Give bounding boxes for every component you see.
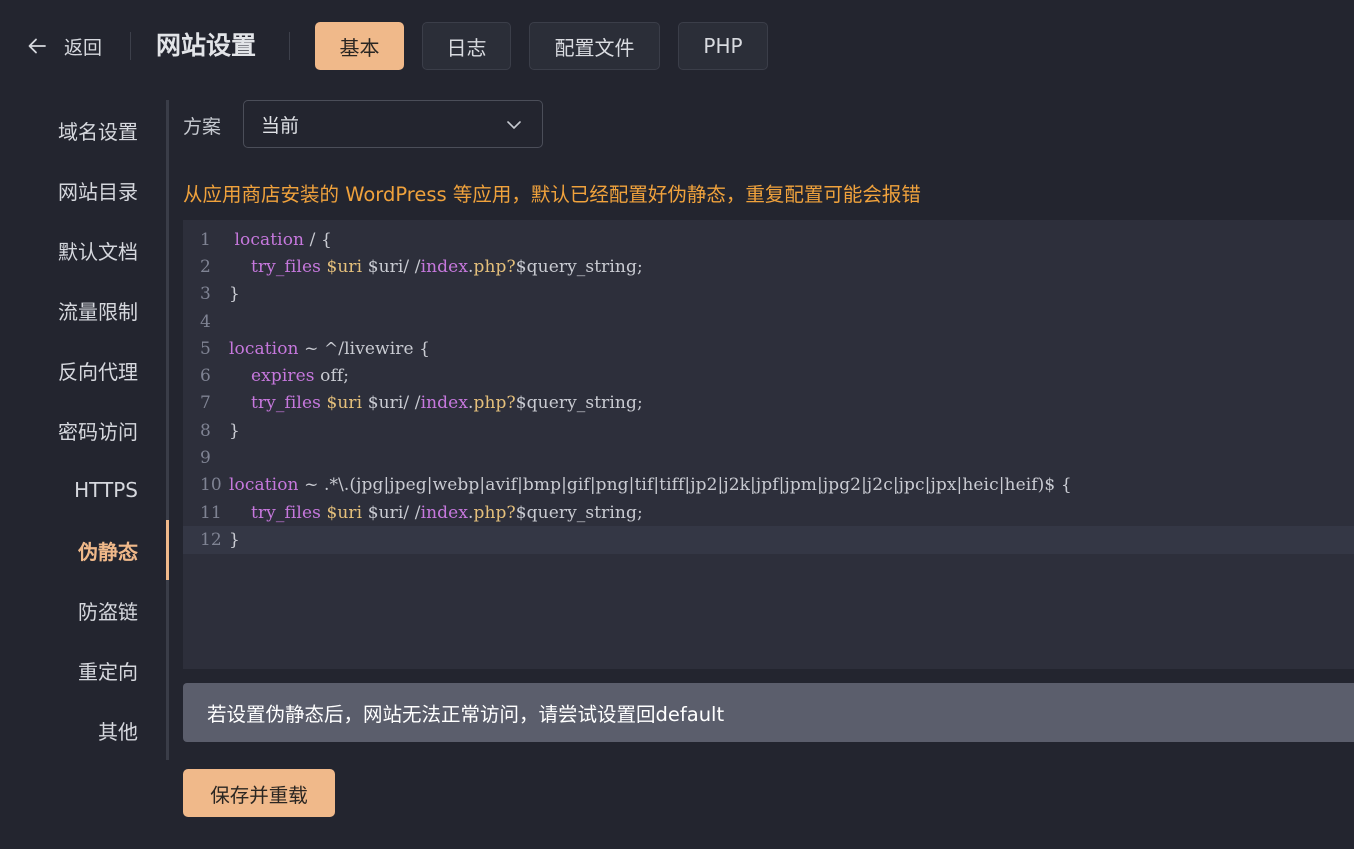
- sidebar-item-rewrite[interactable]: 伪静态: [78, 520, 138, 580]
- tab-php[interactable]: PHP: [678, 22, 768, 70]
- code-text: location ~ ^/livewire {: [229, 338, 431, 359]
- code-line: 9: [183, 444, 1354, 471]
- code-text: try_files $uri $uri/ /index.php?$query_s…: [251, 502, 643, 523]
- scheme-select-value: 当前: [261, 114, 300, 137]
- line-number: 1: [200, 229, 211, 250]
- line-number: 5: [200, 338, 211, 359]
- tab-basic[interactable]: 基本: [315, 22, 404, 70]
- sidebar-item-other[interactable]: 其他: [98, 700, 138, 760]
- code-line: 2 try_files $uri $uri/ /index.php?$query…: [183, 253, 1354, 280]
- line-number: 10: [200, 475, 222, 496]
- line-number: 4: [200, 311, 211, 332]
- line-number: 8: [200, 420, 211, 441]
- back-label: 返回: [64, 36, 103, 59]
- chevron-down-icon: [507, 121, 521, 129]
- scheme-label: 方案: [183, 116, 222, 138]
- code-text: expires off;: [251, 366, 350, 387]
- code-line: 10 location ~ .*\.(jpg|jpeg|webp|avif|bmp…: [183, 472, 1354, 499]
- code-text: location / {: [234, 229, 332, 250]
- divider: [289, 32, 290, 60]
- sidebar-item-password-access[interactable]: 密码访问: [58, 400, 138, 460]
- code-text: try_files $uri $uri/ /index.php?$query_s…: [251, 256, 643, 277]
- code-text: }: [229, 420, 240, 441]
- line-number: 9: [200, 448, 211, 469]
- sidebar: 域名设置 网站目录 默认文档 流量限制 反向代理 密码访问 HTTPS 伪静态 …: [0, 100, 170, 760]
- sidebar-item-https[interactable]: HTTPS: [74, 460, 138, 520]
- line-number: 7: [200, 393, 211, 414]
- sidebar-item-default-document[interactable]: 默认文档: [58, 220, 138, 280]
- scheme-select[interactable]: 当前: [243, 100, 543, 148]
- warning-text: 从应用商店安装的 WordPress 等应用，默认已经配置好伪静态，重复配置可能…: [183, 183, 921, 206]
- code-text: }: [229, 529, 240, 550]
- code-text: location ~ .*\.(jpg|jpeg|webp|avif|bmp|g…: [229, 475, 1072, 496]
- code-line: 1 location / {: [183, 226, 1354, 253]
- line-number: 12: [200, 529, 222, 550]
- back-button[interactable]: 返回: [26, 32, 102, 60]
- code-line: 3}: [183, 281, 1354, 308]
- sidebar-active-indicator: [166, 520, 169, 580]
- sidebar-item-site-directory[interactable]: 网站目录: [58, 160, 138, 220]
- code-text: try_files $uri $uri/ /index.php?$query_s…: [251, 393, 643, 414]
- line-number: 3: [200, 284, 211, 305]
- notice-banner: 若设置伪静态后，网站无法正常访问，请尝试设置回default: [183, 683, 1354, 742]
- code-line: 11 try_files $uri $uri/ /index.php?$quer…: [183, 499, 1354, 526]
- code-editor[interactable]: 1 location / {2 try_files $uri $uri/ /in…: [183, 220, 1354, 669]
- divider: [130, 32, 131, 60]
- code-line: 12}: [183, 526, 1354, 554]
- code-line: 8}: [183, 417, 1354, 444]
- code-text: }: [229, 284, 240, 305]
- sidebar-item-reverse-proxy[interactable]: 反向代理: [58, 340, 138, 400]
- tab-logs[interactable]: 日志: [422, 22, 511, 70]
- code-line: 6 expires off;: [183, 363, 1354, 390]
- tab-config-file[interactable]: 配置文件: [529, 22, 660, 70]
- arrow-left-icon: [28, 38, 46, 54]
- line-number: 6: [200, 366, 211, 387]
- save-reload-button[interactable]: 保存并重载: [183, 769, 335, 817]
- sidebar-item-domain[interactable]: 域名设置: [58, 100, 138, 160]
- code-line: 5 location ~ ^/livewire {: [183, 335, 1354, 362]
- line-number: 11: [200, 502, 222, 523]
- page-title: 网站设置: [156, 31, 257, 60]
- code-line: 7 try_files $uri $uri/ /index.php?$query…: [183, 390, 1354, 417]
- line-number: 2: [200, 256, 211, 277]
- notice-text: 若设置伪静态后，网站无法正常访问，请尝试设置回default: [207, 703, 725, 726]
- sidebar-item-hotlink-protection[interactable]: 防盗链: [78, 580, 138, 640]
- sidebar-rail: [166, 100, 169, 760]
- sidebar-item-traffic-limit[interactable]: 流量限制: [58, 280, 138, 340]
- code-line: 4: [183, 308, 1354, 335]
- sidebar-item-redirect[interactable]: 重定向: [78, 640, 138, 700]
